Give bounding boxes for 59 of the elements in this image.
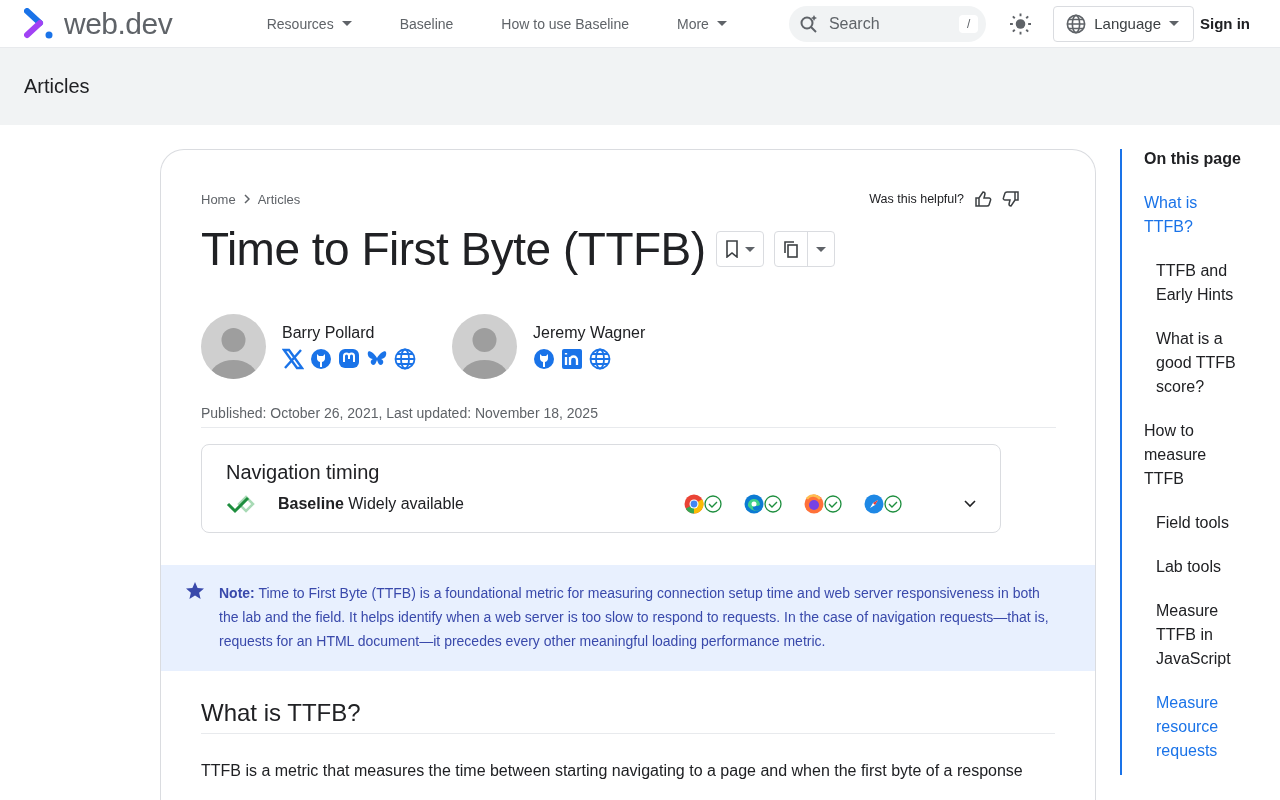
x-icon[interactable] xyxy=(282,347,304,370)
author-name: Barry Pollard xyxy=(282,323,376,342)
toc-link[interactable]: Field tools xyxy=(1156,511,1244,535)
nav-link[interactable]: Baseline xyxy=(375,15,478,32)
toc-link[interactable]: Measure TTFB in JavaScript xyxy=(1156,599,1244,671)
toc-link[interactable]: What is TTFB? xyxy=(1144,191,1244,239)
edge-icon xyxy=(744,494,764,514)
baseline-status: Baseline Widely available xyxy=(278,495,464,513)
toc-link[interactable]: Measure resource requests xyxy=(1156,691,1244,763)
caret-icon xyxy=(815,246,826,252)
language-button[interactable]: Language xyxy=(1053,5,1194,42)
search-field[interactable]: Search xyxy=(826,13,951,34)
feature-name: Navigation timing xyxy=(226,461,381,484)
globe-icon[interactable] xyxy=(394,347,416,370)
toc-title: On this page xyxy=(1144,149,1242,169)
mastodon-icon[interactable] xyxy=(338,347,360,370)
author-name: Jeremy Wagner xyxy=(533,323,646,342)
chrome-icon xyxy=(684,494,704,514)
banner-title: Articles xyxy=(24,75,90,98)
bookmark-button[interactable] xyxy=(715,231,764,267)
thumbs-up-icon[interactable] xyxy=(974,190,992,208)
compass-icon xyxy=(864,494,884,514)
publish-dates: Published: October 26, 2021, Last updated: November 18, 2025 xyxy=(201,405,1056,428)
star-icon xyxy=(185,581,205,601)
search-icon xyxy=(798,13,819,34)
logo-text[interactable]: web.dev xyxy=(64,6,173,41)
toc-link[interactable]: What is a good TTFB score? xyxy=(1156,327,1244,399)
toc-link[interactable]: How to measure TTFB xyxy=(1144,419,1244,491)
copy-button[interactable] xyxy=(773,231,835,267)
linkedin-icon[interactable] xyxy=(561,347,583,370)
toc-link[interactable]: TTFB and Early Hints xyxy=(1156,259,1244,307)
nav-link[interactable]: Resources xyxy=(242,15,376,32)
nav-link[interactable]: How to use Baseline xyxy=(477,15,653,32)
breadcrumb-link[interactable]: Home xyxy=(201,191,236,207)
logo-icon[interactable] xyxy=(24,7,54,40)
breadcrumb-link[interactable]: Articles xyxy=(257,191,301,207)
chevron-icon[interactable] xyxy=(964,500,976,508)
section-heading: What is TTFB? xyxy=(201,699,1055,734)
thumbs-down-icon[interactable] xyxy=(1002,190,1020,208)
caret-icon xyxy=(744,246,755,252)
shortcut-key: / xyxy=(958,14,979,33)
chevron-right-icon xyxy=(243,194,250,204)
firefox-icon xyxy=(804,494,824,514)
github-icon[interactable] xyxy=(310,347,332,370)
globe-icon xyxy=(1066,13,1087,34)
sign-in-button[interactable]: Sign in xyxy=(1194,14,1256,33)
search-bar[interactable]: Search / xyxy=(788,5,987,42)
bookmark-icon xyxy=(724,240,739,258)
copy-icon xyxy=(782,240,799,258)
github-icon[interactable] xyxy=(533,347,555,370)
page-title: Time to First Byte (TTFB) xyxy=(201,222,706,276)
caret-icon xyxy=(1169,21,1179,26)
nav-link[interactable]: More xyxy=(653,15,751,32)
toc-link[interactable]: Lab tools xyxy=(1156,555,1244,579)
sun-icon[interactable] xyxy=(1010,12,1032,35)
helpful-label: Was this helpful? xyxy=(869,192,964,206)
note-text: Note: Time to First Byte (TTFB) is a foundational metric for measuring connection setup time and web server responsiveness in both the lab and the field. It helps identify when a web server is too slow to respond to requests. In the case of navigation requests—that is, requests for an HTML document—it precedes every other meaningful loading performance metric. xyxy=(219,584,1050,651)
globe-icon[interactable] xyxy=(589,347,611,370)
paragraph: TTFB is a metric that measures the time between starting navigating to a page and when the first byte of a response xyxy=(201,762,1024,780)
